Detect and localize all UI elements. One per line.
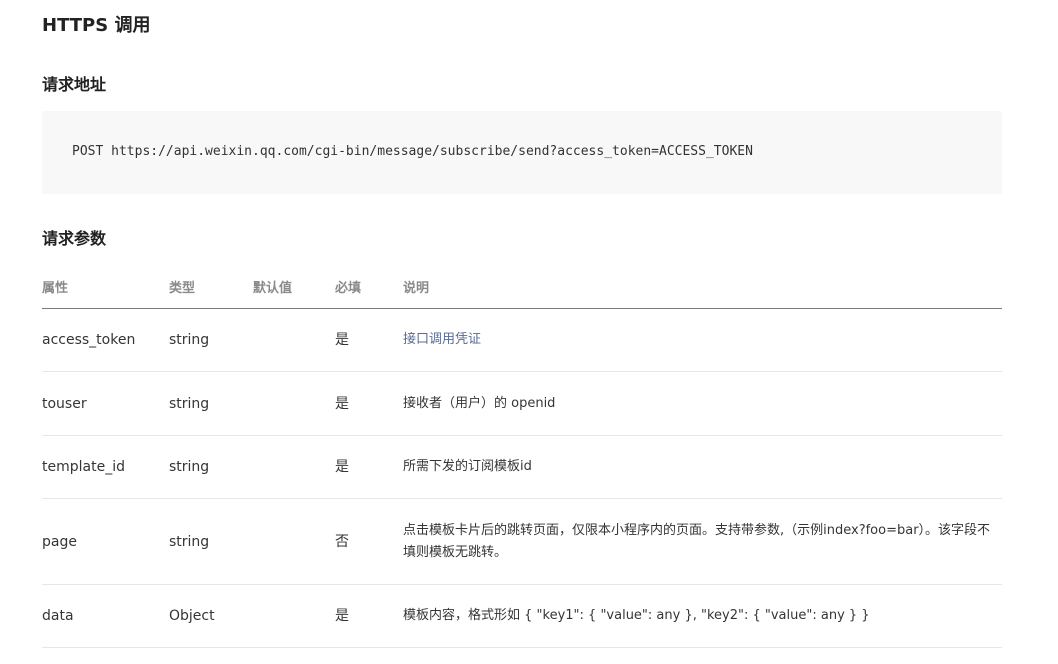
page-title: HTTPS 调用 [42,15,151,36]
cell-required: 否 [335,498,403,585]
cell-property: data [42,584,169,648]
header-property: 属性 [42,265,169,309]
cell-type: Object [169,584,253,648]
params-table: 属性 类型 默认值 必填 说明 access_token string 是 接口… [42,265,1002,648]
request-url-code: POST https://api.weixin.qq.com/cgi-bin/m… [72,144,753,159]
cell-default [253,498,335,585]
table-row: template_id string 是 所需下发的订阅模板id [42,435,1002,499]
code-block: POST https://api.weixin.qq.com/cgi-bin/m… [42,111,1002,194]
cell-description: 点击模板卡片后的跳转页面，仅限本小程序内的页面。支持带参数,（示例index?f… [403,498,1002,585]
header-description: 说明 [403,265,1002,309]
cell-default [253,584,335,648]
cell-description: 模板内容，格式形如 { "key1": { "value": any }, "k… [403,584,1002,648]
table-row: touser string 是 接收者（用户）的 openid [42,371,1002,436]
header-required: 必填 [335,265,403,309]
cell-description: 接收者（用户）的 openid [403,371,1002,436]
cell-type: string [169,308,253,372]
section-heading-request-params: 请求参数 [42,229,107,248]
table-row: page string 否 点击模板卡片后的跳转页面，仅限本小程序内的页面。支持… [42,498,1002,585]
params-table-body: access_token string 是 接口调用凭证 touser stri… [42,308,1002,648]
cell-description: 接口调用凭证 [403,308,1002,372]
cell-property: page [42,498,169,585]
table-row: data Object 是 模板内容，格式形如 { "key1": { "val… [42,584,1002,648]
cell-type: string [169,435,253,499]
cell-default [253,308,335,372]
cell-default [253,435,335,499]
cell-property: access_token [42,308,169,372]
cell-required: 是 [335,435,403,499]
description-text: 点击模板卡片后的跳转页面，仅限本小程序内的页面。支持带参数,（示例index?f… [403,522,991,560]
header-type: 类型 [169,265,253,309]
cell-description: 所需下发的订阅模板id [403,435,1002,499]
cell-required: 是 [335,308,403,372]
header-default: 默认值 [253,265,335,309]
cell-type: string [169,371,253,436]
cell-required: 是 [335,371,403,436]
table-row: access_token string 是 接口调用凭证 [42,308,1002,372]
cell-default [253,371,335,436]
section-heading-request-address: 请求地址 [42,75,107,94]
params-table-header: 属性 类型 默认值 必填 说明 [42,265,1002,309]
cell-required: 是 [335,584,403,648]
access-token-doc-link[interactable]: 接口调用凭证 [403,332,481,347]
cell-type: string [169,498,253,585]
cell-property: template_id [42,435,169,499]
table-header-row: 属性 类型 默认值 必填 说明 [42,265,1002,309]
cell-property: touser [42,371,169,436]
